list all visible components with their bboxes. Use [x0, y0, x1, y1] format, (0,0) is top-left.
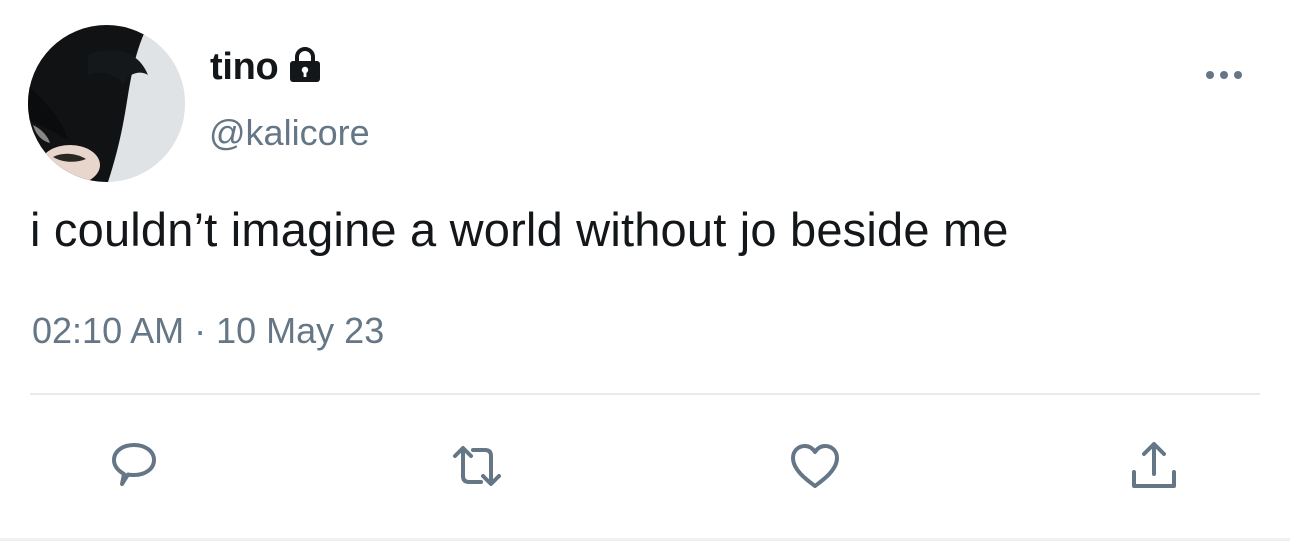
tweet-card: tino @kalicore i couldn’t imagine a worl…	[0, 0, 1290, 558]
like-icon	[787, 438, 843, 494]
retweet-button[interactable]	[447, 436, 507, 496]
reply-icon	[106, 438, 162, 494]
tweet-date: 10 May 23	[216, 310, 385, 351]
tweet-timestamp[interactable]: 02:10 AM · 10 May 23	[32, 310, 384, 352]
like-button[interactable]	[785, 436, 845, 496]
divider	[30, 393, 1260, 395]
avatar-image	[28, 25, 185, 182]
share-icon	[1126, 438, 1182, 494]
share-button[interactable]	[1124, 436, 1184, 496]
user-handle[interactable]: @kalicore	[209, 112, 370, 154]
retweet-icon	[447, 438, 507, 494]
lock-icon	[288, 47, 322, 83]
tweet-time: 02:10 AM	[32, 310, 185, 351]
avatar[interactable]	[28, 25, 185, 182]
display-name[interactable]: tino	[210, 46, 279, 89]
name-row: tino	[210, 42, 322, 92]
meta-separator: ·	[194, 310, 207, 351]
more-icon[interactable]	[1202, 60, 1246, 90]
tweet-text: i couldn’t imagine a world without jo be…	[30, 203, 1009, 256]
reply-button[interactable]	[104, 436, 164, 496]
bottom-divider	[0, 538, 1290, 541]
